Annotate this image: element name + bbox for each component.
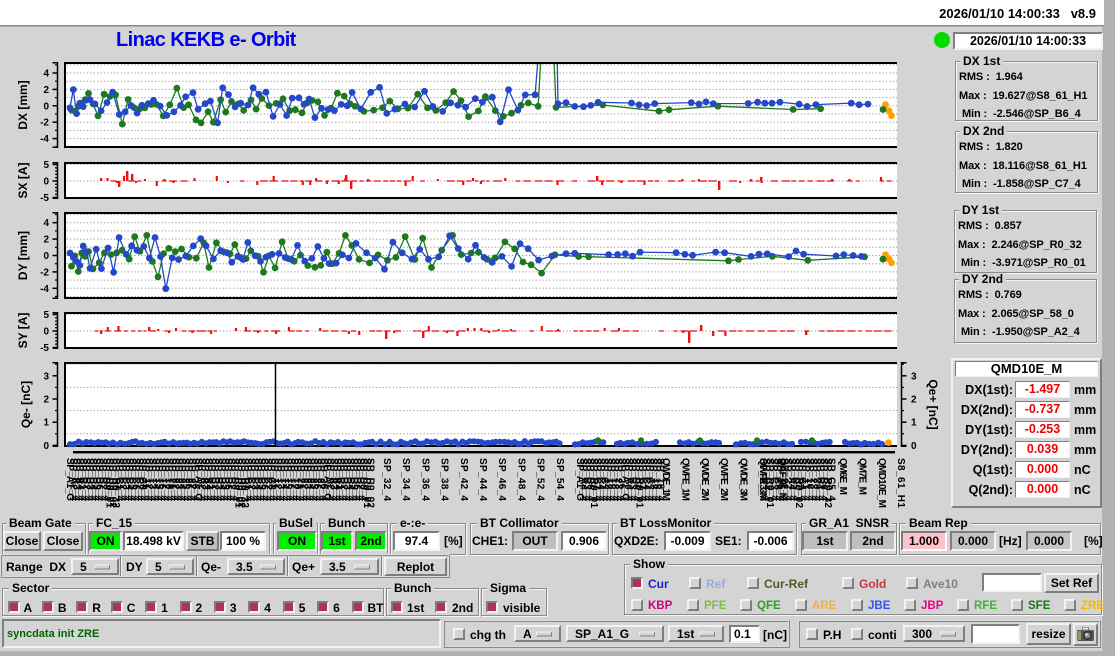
svg-text:3: 3 [43, 371, 49, 382]
svg-text:4: 4 [43, 218, 49, 229]
svg-text:SP_36_4: SP_36_4 [419, 458, 430, 501]
svg-text:4: 4 [43, 69, 49, 80]
svg-text:SP_C5_4: SP_C5_4 [825, 458, 836, 501]
svg-text:1: 1 [43, 418, 49, 429]
svg-text:QWDE_2M: QWDE_2M [699, 458, 710, 501]
svg-text:SY [A]: SY [A] [16, 313, 30, 349]
svg-text:2: 2 [911, 395, 917, 406]
svg-text:SP_44_4: SP_44_4 [477, 458, 488, 501]
svg-text:QM6E_M: QM6E_M [837, 458, 848, 495]
svg-text:SP_32_4: SP_32_4 [381, 458, 392, 501]
svg-text:SP_46_4: SP_46_4 [496, 458, 507, 501]
svg-text:-5: -5 [40, 193, 49, 204]
svg-text:DY [mm]: DY [mm] [16, 231, 30, 280]
svg-text:5: 5 [43, 160, 49, 171]
svg-text:2: 2 [43, 235, 49, 246]
svg-text:5: 5 [43, 310, 49, 321]
svg-text:-2: -2 [40, 118, 49, 129]
svg-text:1: 1 [911, 418, 917, 429]
svg-text:SP_52_4: SP_52_4 [535, 458, 546, 501]
svg-text:QWFE_2M: QWFE_2M [718, 458, 729, 501]
svg-text:0: 0 [43, 101, 49, 112]
svg-text:-4: -4 [40, 284, 49, 295]
svg-text:2: 2 [43, 395, 49, 406]
svg-text:SP_34_4: SP_34_4 [400, 458, 411, 501]
svg-text:0: 0 [43, 441, 49, 452]
svg-text:QWDE_3M: QWDE_3M [738, 458, 749, 501]
svg-text:Qe+ [nC]: Qe+ [nC] [926, 379, 940, 429]
svg-text:-5: -5 [40, 343, 49, 354]
svg-text:0: 0 [43, 251, 49, 262]
svg-text:SX [A]: SX [A] [16, 162, 30, 198]
svg-text:SP_42_4: SP_42_4 [458, 458, 469, 501]
svg-text:QWDE_1M: QWDE_1M [660, 458, 671, 501]
svg-text:QWFE_1M: QWFE_1M [679, 458, 690, 501]
svg-text:QM7E_M: QM7E_M [856, 458, 867, 495]
svg-text:QMD10E_M: QMD10E_M [876, 458, 887, 508]
svg-text:S8_61_H1: S8_61_H1 [895, 458, 906, 508]
svg-text:SP_R0_02: SP_R0_02 [364, 458, 375, 508]
svg-text:SP_38_4: SP_38_4 [439, 458, 450, 501]
svg-text:-2: -2 [40, 267, 49, 278]
svg-text:0: 0 [43, 177, 49, 188]
svg-text:SP_48_4: SP_48_4 [515, 458, 526, 501]
svg-text:-4: -4 [40, 134, 49, 145]
svg-text:DX [mm]: DX [mm] [16, 80, 30, 129]
svg-text:0: 0 [911, 441, 917, 452]
svg-text:2: 2 [43, 85, 49, 96]
svg-text:3: 3 [911, 371, 917, 382]
svg-text:Qe- [nC]: Qe- [nC] [19, 381, 33, 428]
svg-text:SP_54_4: SP_54_4 [554, 458, 565, 501]
svg-text:0: 0 [43, 327, 49, 338]
